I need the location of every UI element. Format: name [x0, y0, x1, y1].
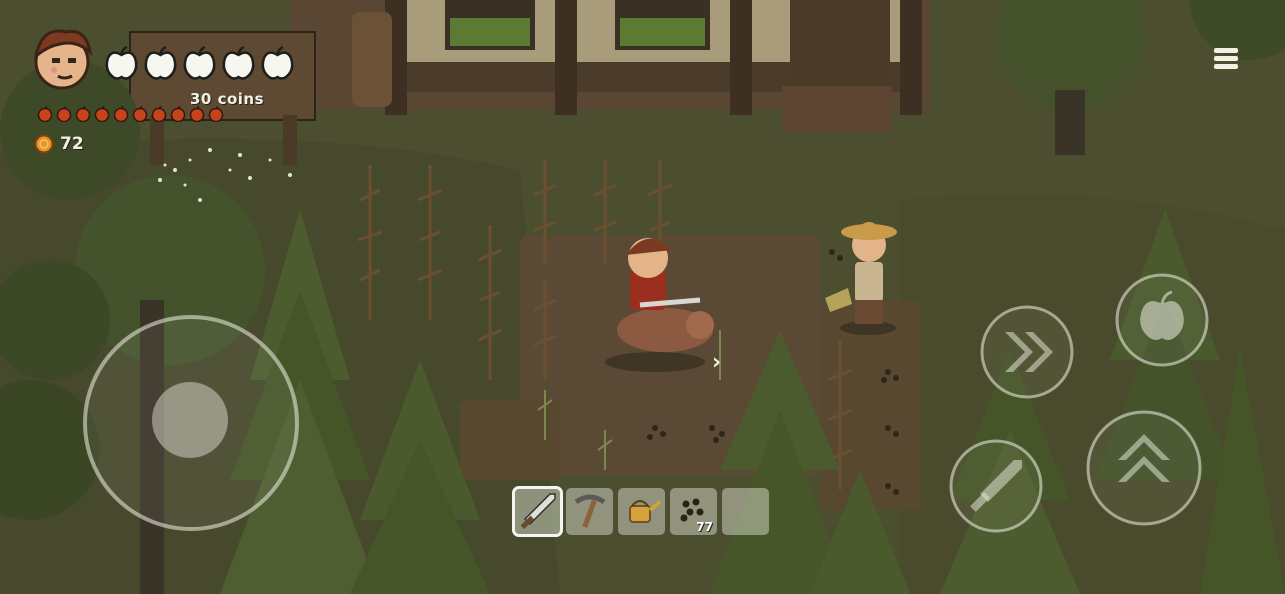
coin-count: 72	[60, 134, 84, 154]
coin-icon	[34, 134, 54, 154]
seeds-count: 77	[696, 520, 713, 534]
inventory-hotbar: 77	[512, 486, 769, 537]
health-hearts	[104, 44, 295, 82]
apple-heart-icon	[144, 45, 177, 80]
hunger-icon	[208, 106, 224, 122]
hunger-icon	[75, 106, 91, 122]
hunger-icon	[37, 106, 53, 122]
attack-button[interactable]	[948, 438, 1044, 534]
sword-icon	[520, 493, 556, 530]
hotbar-slot-empty[interactable]	[722, 488, 769, 535]
coin-pickup-text: 30 coins	[190, 90, 265, 108]
hunger-icon	[94, 106, 110, 122]
menu-icon[interactable]	[1208, 40, 1244, 76]
hunger-icon	[56, 106, 72, 122]
dash-button[interactable]	[979, 304, 1075, 400]
jump-button[interactable]	[1084, 408, 1204, 528]
apple-heart-icon	[105, 45, 138, 80]
hotbar-slot-pickaxe[interactable]	[566, 488, 613, 535]
watering-can-icon	[629, 500, 662, 523]
apple-heart-icon	[261, 45, 294, 80]
hunger-icon	[132, 106, 148, 122]
hotbar-slot-watering-can[interactable]	[618, 488, 665, 535]
hunger-meter	[36, 106, 225, 122]
hotbar-slot-sword[interactable]	[512, 486, 563, 537]
apple-heart-icon	[222, 45, 255, 80]
hunger-icon	[189, 106, 205, 122]
hunger-icon	[113, 106, 129, 122]
hunger-icon	[151, 106, 167, 122]
joystick-knob[interactable]	[152, 382, 228, 458]
chevron-right-icon: ›	[712, 350, 722, 375]
player-portrait	[33, 29, 93, 90]
eat-button[interactable]	[1114, 272, 1210, 368]
virtual-joystick[interactable]	[80, 312, 302, 534]
hunger-icon	[170, 106, 186, 122]
hotbar-slot-seeds[interactable]: 77	[670, 488, 717, 535]
pickaxe-icon	[574, 494, 606, 528]
apple-heart-icon	[183, 45, 216, 80]
coin-counter: 72	[34, 134, 84, 154]
